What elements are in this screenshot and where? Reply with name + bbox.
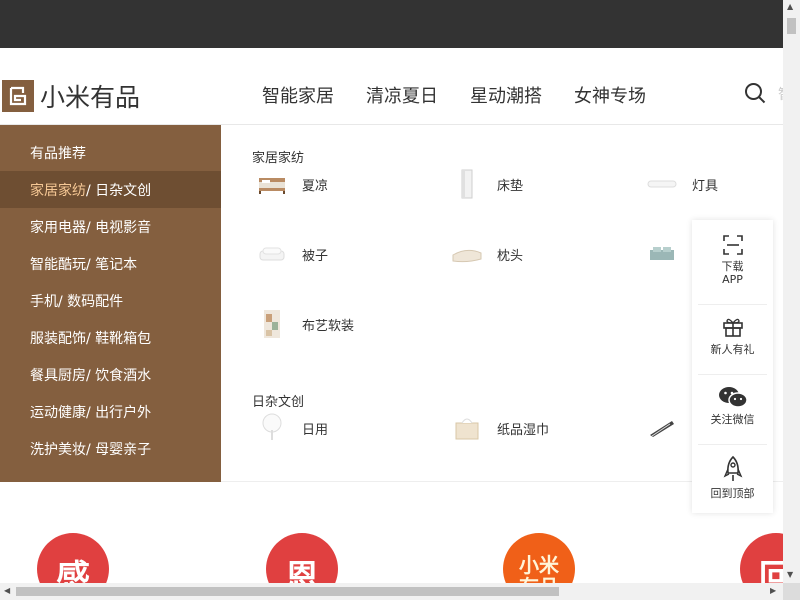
category-main-label: 餐具厨房 — [30, 367, 86, 384]
float-label: 新人有礼 — [710, 343, 755, 356]
category-main-label: 洗护美妆 — [30, 441, 86, 458]
float-label: 关注微信 — [710, 413, 755, 426]
category-item-sports[interactable]: 运动健康 / 出行户外 — [0, 393, 221, 430]
product-name: 灯具 — [692, 178, 719, 194]
umbrella-icon — [644, 410, 680, 446]
category-main-label: 智能酷玩 — [30, 256, 86, 273]
category-rest-label: / 数码配件 — [58, 293, 124, 310]
product-link-pillow[interactable]: 枕头 — [449, 236, 523, 272]
scroll-right-icon[interactable]: ▶ — [770, 586, 776, 595]
gift-icon — [722, 318, 743, 337]
category-rest-label: / 日杂文创 — [86, 182, 152, 199]
logo-mark — [2, 80, 34, 112]
product-name: 夏凉 — [302, 178, 329, 194]
category-rest-label: / 笔记本 — [86, 256, 138, 273]
product-link-bedding-set[interactable] — [644, 236, 692, 272]
nav-star-fashion[interactable]: 星动潮搭 — [470, 82, 542, 108]
category-rest-label: / 饮食酒水 — [86, 367, 152, 384]
fan-icon — [254, 410, 290, 446]
product-name: 被子 — [302, 248, 329, 264]
horizontal-scrollbar[interactable]: ◀ ▶ — [0, 583, 783, 600]
download-app-button[interactable]: 下载 APP — [698, 224, 767, 294]
product-link-lamp[interactable]: 灯具 — [644, 166, 718, 202]
page: 小米有品 智能家居 清凉夏日 星动潮搭 女神专场 智 有品推荐 家居家纺 / 日… — [0, 0, 800, 600]
fabric-icon — [254, 306, 290, 342]
product-link-quilt[interactable]: 被子 — [254, 236, 328, 272]
main-nav: 智能家居 清凉夏日 星动潮搭 女神专场 — [262, 82, 646, 108]
product-name: 床垫 — [497, 178, 524, 194]
section-title: 家居家纺 — [252, 151, 305, 166]
category-item-phones[interactable]: 手机 / 数码配件 — [0, 282, 221, 319]
pillow-icon — [449, 236, 485, 272]
logo[interactable]: 小米有品 — [2, 78, 140, 114]
search-icon[interactable] — [744, 82, 766, 104]
category-item-home-textile[interactable]: 家居家纺 / 日杂文创 — [0, 171, 221, 208]
scroll-down-icon[interactable]: ▼ — [787, 570, 793, 579]
category-main-label: 有品推荐 — [30, 145, 86, 162]
rocket-icon — [723, 455, 742, 481]
wechat-icon — [718, 387, 748, 408]
vertical-scroll-thumb[interactable] — [787, 18, 796, 34]
float-label: 下载 APP — [721, 260, 744, 286]
nav-smart-home[interactable]: 智能家居 — [262, 82, 334, 108]
back-to-top-button[interactable]: 回到顶部 — [698, 444, 767, 514]
tissue-icon — [449, 410, 485, 446]
category-main-label: 服装配饰 — [30, 330, 86, 347]
product-link-daily-use[interactable]: 日用 — [254, 410, 328, 446]
new-user-gift-button[interactable]: 新人有礼 — [698, 304, 767, 374]
scroll-up-icon[interactable]: ▲ — [787, 2, 793, 11]
bedding-set-icon — [644, 236, 680, 272]
site-header: 小米有品 智能家居 清凉夏日 星动潮搭 女神专场 智 — [0, 48, 792, 125]
product-name: 日用 — [302, 422, 329, 438]
float-label: 回到顶部 — [710, 487, 755, 500]
product-name: 纸品湿巾 — [497, 422, 550, 438]
category-rest-label: / 电视影音 — [86, 219, 152, 236]
floating-toolbar: 下载 APP 新人有礼 关注微信 回到顶部 — [692, 220, 773, 513]
category-item-smart-gadgets[interactable]: 智能酷玩 / 笔记本 — [0, 245, 221, 282]
product-link-umbrella[interactable] — [644, 410, 692, 446]
category-item-kitchen[interactable]: 餐具厨房 / 饮食酒水 — [0, 356, 221, 393]
category-main-label: 家用电器 — [30, 219, 86, 236]
quilt-icon — [254, 236, 290, 272]
category-item-recommend[interactable]: 有品推荐 — [0, 134, 221, 171]
product-link-summer-cool[interactable]: 夏凉 — [254, 166, 328, 202]
horizontal-scroll-thumb[interactable] — [16, 587, 559, 596]
scan-icon — [722, 235, 743, 255]
lamp-icon — [644, 166, 680, 202]
product-name: 布艺软装 — [302, 318, 355, 334]
category-item-appliances[interactable]: 家用电器 / 电视影音 — [0, 208, 221, 245]
logo-text: 小米有品 — [40, 83, 141, 112]
scrollbar-corner — [783, 583, 800, 600]
category-item-clothing[interactable]: 服装配饰 / 鞋靴箱包 — [0, 319, 221, 356]
category-rest-label: / 出行户外 — [86, 404, 152, 421]
section-title: 日杂文创 — [252, 395, 305, 410]
product-link-mattress[interactable]: 床垫 — [449, 166, 523, 202]
product-name: 枕头 — [497, 248, 524, 264]
nav-women-special[interactable]: 女神专场 — [574, 82, 646, 108]
mattress-icon — [449, 166, 485, 202]
category-rest-label: / 母婴亲子 — [86, 441, 152, 458]
product-link-fabric-decor[interactable]: 布艺软装 — [254, 306, 354, 342]
youpin-logo-icon — [9, 86, 27, 106]
nav-cool-summer[interactable]: 清凉夏日 — [366, 82, 438, 108]
category-main-label: 运动健康 — [30, 404, 86, 421]
follow-wechat-button[interactable]: 关注微信 — [698, 374, 767, 444]
bed-icon — [254, 166, 290, 202]
category-main-label: 家居家纺 — [30, 182, 86, 199]
category-sidebar: 有品推荐 家居家纺 / 日杂文创 家用电器 / 电视影音 智能酷玩 / 笔记本 … — [0, 125, 221, 482]
top-bar — [0, 0, 783, 48]
vertical-scrollbar[interactable]: ▲ ▼ — [783, 0, 800, 583]
category-rest-label: / 鞋靴箱包 — [86, 330, 152, 347]
product-link-tissue[interactable]: 纸品湿巾 — [449, 410, 549, 446]
category-main-label: 手机 — [30, 293, 58, 310]
category-item-beauty[interactable]: 洗护美妆 / 母婴亲子 — [0, 430, 221, 467]
scroll-left-icon[interactable]: ◀ — [4, 586, 10, 595]
